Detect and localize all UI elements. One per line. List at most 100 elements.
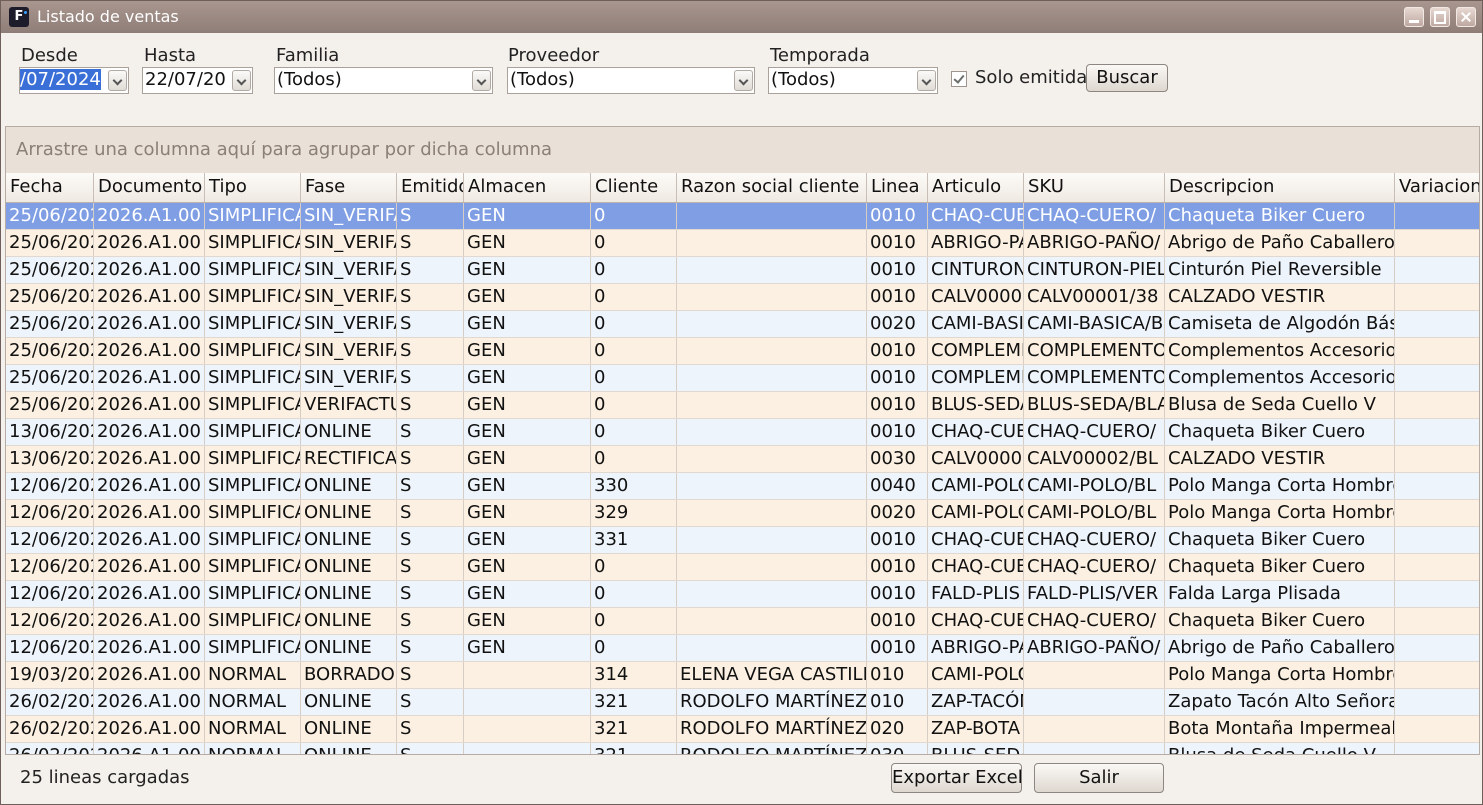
cell-emitido[interactable]: S [397,662,464,688]
cell-linea[interactable]: 0010 [867,635,928,661]
cell-linea[interactable]: 0010 [867,203,928,229]
cell-fase[interactable]: ONLINE [301,554,397,580]
cell-tipo[interactable]: SIMPLIFICADA [205,230,301,256]
cell-almacen[interactable]: GEN [464,446,591,472]
cell-razon-social[interactable] [677,473,867,499]
cell-sku[interactable]: CAMI-POLO/BL [1024,473,1165,499]
cell-articulo[interactable]: ABRIGO-PAÑO [928,635,1024,661]
cell-sku[interactable]: COMPLEMENTOS [1024,338,1165,364]
table-row[interactable]: 13/06/20262026.A1.00SIMPLIFICADARECTIFIC… [6,446,1479,473]
cell-linea[interactable]: 0010 [867,257,928,283]
cell-fase[interactable]: ONLINE [301,500,397,526]
cell-almacen[interactable] [464,662,591,688]
cell-razon-social[interactable] [677,500,867,526]
cell-linea[interactable]: 0010 [867,608,928,634]
cell-descripcion[interactable]: Falda Larga Plisada [1165,581,1395,607]
table-row[interactable]: 25/06/20262026.A1.00SIMPLIFICADASIN_VERI… [6,257,1479,284]
column-header-sku[interactable]: SKU [1024,173,1165,202]
cell-variacion[interactable] [1395,500,1479,526]
cell-tipo[interactable]: NORMAL [205,689,301,715]
cell-fase[interactable]: BORRADOR [301,662,397,688]
cell-linea[interactable]: 0010 [867,419,928,445]
cell-articulo[interactable]: CHAQ-CUERO [928,527,1024,553]
cell-tipo[interactable]: SIMPLIFICADA [205,554,301,580]
cell-fecha[interactable]: 25/06/2026 [6,284,94,310]
cell-tipo[interactable]: SIMPLIFICADA [205,527,301,553]
cell-articulo[interactable]: CHAQ-CUERO [928,554,1024,580]
cell-fase[interactable]: SIN_VERIFACTU [301,284,397,310]
cell-emitido[interactable]: S [397,635,464,661]
cell-cliente[interactable]: 0 [591,446,677,472]
cell-variacion[interactable] [1395,689,1479,715]
cell-linea[interactable]: 0010 [867,284,928,310]
cell-razon-social[interactable] [677,635,867,661]
solo-emitidas-checkbox[interactable] [951,71,967,87]
table-row[interactable]: 25/06/20262026.A1.00SIMPLIFICADASIN_VERI… [6,230,1479,257]
cell-documento[interactable]: 2026.A1.00 [94,230,205,256]
cell-descripcion[interactable]: Camiseta de Algodón Básica [1165,311,1395,337]
cell-descripcion[interactable]: Complementos Accesorios [1165,365,1395,391]
cell-cliente[interactable]: 0 [591,311,677,337]
cell-almacen[interactable]: GEN [464,311,591,337]
table-row[interactable]: 12/06/20262026.A1.00SIMPLIFICADAONLINESG… [6,500,1479,527]
table-row[interactable]: 25/06/20262026.A1.00SIMPLIFICADASIN_VERI… [6,365,1479,392]
cell-sku[interactable]: CHAQ-CUERO/ [1024,554,1165,580]
cell-almacen[interactable]: GEN [464,392,591,418]
cell-razon-social[interactable] [677,203,867,229]
cell-razon-social[interactable] [677,608,867,634]
table-row[interactable]: 12/06/20262026.A1.00SIMPLIFICADAONLINESG… [6,527,1479,554]
cell-descripcion[interactable]: Polo Manga Corta Hombre [1165,473,1395,499]
cell-documento[interactable]: 2026.A1.00 [94,500,205,526]
cell-sku[interactable]: CAMI-POLO/BL [1024,500,1165,526]
cell-almacen[interactable]: GEN [464,338,591,364]
cell-sku[interactable]: CINTURON-PIEL [1024,257,1165,283]
grid-rows[interactable]: 25/06/20262026.A1.00SIMPLIFICADASIN_VERI… [6,203,1479,754]
cell-razon-social[interactable] [677,257,867,283]
cell-emitido[interactable]: S [397,608,464,634]
cell-sku[interactable]: CALV00001/38 [1024,284,1165,310]
cell-tipo[interactable]: SIMPLIFICADA [205,392,301,418]
table-row[interactable]: 12/06/20262026.A1.00SIMPLIFICADAONLINESG… [6,581,1479,608]
cell-variacion[interactable] [1395,473,1479,499]
cell-emitido[interactable]: S [397,554,464,580]
table-row[interactable]: 12/06/20262026.A1.00SIMPLIFICADAONLINESG… [6,635,1479,662]
cell-almacen[interactable]: GEN [464,419,591,445]
cell-fase[interactable]: ONLINE [301,527,397,553]
cell-variacion[interactable] [1395,338,1479,364]
cell-almacen[interactable] [464,689,591,715]
cell-documento[interactable]: 2026.A1.00 [94,635,205,661]
cell-fecha[interactable]: 12/06/2026 [6,500,94,526]
cell-sku[interactable]: COMPLEMENTOS [1024,365,1165,391]
cell-sku[interactable] [1024,689,1165,715]
cell-fase[interactable]: RECTIFICATIVA [301,446,397,472]
cell-emitido[interactable]: S [397,365,464,391]
cell-razon-social[interactable] [677,419,867,445]
cell-variacion[interactable] [1395,527,1479,553]
cell-razon-social[interactable] [677,581,867,607]
cell-variacion[interactable] [1395,581,1479,607]
cell-sku[interactable]: FALD-PLIS/VER [1024,581,1165,607]
cell-fecha[interactable]: 26/02/2026 [6,689,94,715]
cell-fecha[interactable]: 12/06/2026 [6,581,94,607]
cell-descripcion[interactable]: Complementos Accesorios [1165,338,1395,364]
cell-fase[interactable]: SIN_VERIFACTU [301,311,397,337]
column-header-fecha[interactable]: Fecha [6,173,94,202]
table-row[interactable]: 25/06/20262026.A1.00SIMPLIFICADASIN_VERI… [6,311,1479,338]
cell-descripcion[interactable]: Blusa de Seda Cuello V [1165,743,1395,754]
column-header-razon-social[interactable]: Razon social cliente [677,173,867,202]
cell-tipo[interactable]: SIMPLIFICADA [205,365,301,391]
column-header-almacen[interactable]: Almacen [464,173,591,202]
cell-almacen[interactable]: GEN [464,365,591,391]
cell-cliente[interactable]: 314 [591,662,677,688]
cell-fase[interactable]: ONLINE [301,473,397,499]
table-row[interactable]: 25/06/20262026.A1.00SIMPLIFICADAVERIFACT… [6,392,1479,419]
cell-fecha[interactable]: 25/06/2026 [6,230,94,256]
cell-cliente[interactable]: 0 [591,554,677,580]
cell-fecha[interactable]: 25/06/2026 [6,311,94,337]
cell-articulo[interactable]: CHAQ-CUERO [928,419,1024,445]
cell-cliente[interactable]: 0 [591,419,677,445]
table-row[interactable]: 26/02/20262026.A1.00NORMALONLINES 321RODO… [6,716,1479,743]
cell-razon-social[interactable]: RODOLFO MARTÍNEZ [677,689,867,715]
cell-descripcion[interactable]: Chaqueta Biker Cuero [1165,419,1395,445]
cell-cliente[interactable]: 331 [591,527,677,553]
